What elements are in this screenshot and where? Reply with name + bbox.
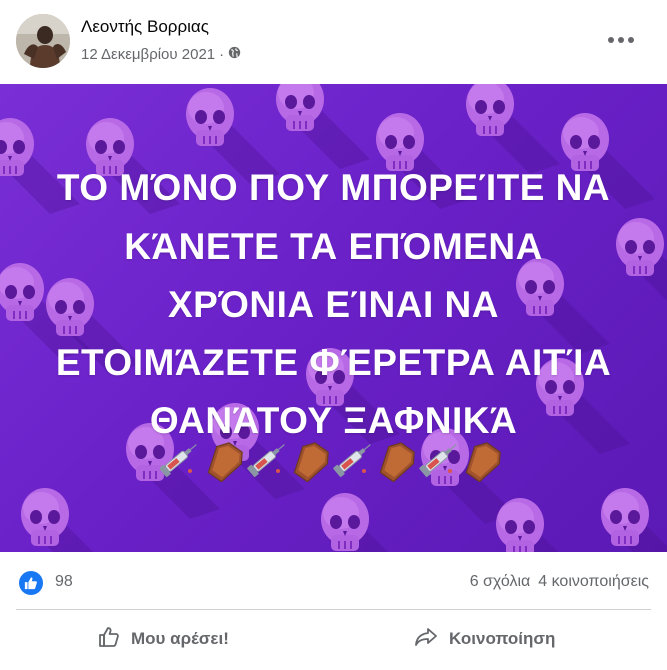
syringe-icon <box>246 439 289 479</box>
author-name[interactable]: Λεοντής Βορριας <box>81 17 209 37</box>
like-button-label: Μου αρέσει! <box>131 629 229 648</box>
share-count[interactable]: 4 κοινοποιήσεις <box>538 573 649 591</box>
coffin-icon <box>287 438 334 482</box>
syringe-icon <box>160 439 201 479</box>
meta-separator: · <box>219 46 225 63</box>
share-arrow-icon <box>413 625 439 654</box>
thumbs-up-icon <box>97 625 121 654</box>
comment-count[interactable]: 6 σχόλια <box>470 573 531 591</box>
coffin-icon <box>373 438 420 482</box>
share-button[interactable]: Κοινοποίηση <box>413 620 555 658</box>
coffin-icon <box>459 438 506 482</box>
post-text-line-2: ΚΆΝΕΤΕ ΤΑ ΕΠΌΜΕΝΑ <box>124 226 543 267</box>
post-date[interactable]: 12 Δεκεμβρίου 2021 <box>81 46 215 63</box>
syringe-icon <box>332 439 375 479</box>
coffin-icon <box>201 438 248 482</box>
avatar[interactable] <box>16 14 70 68</box>
emoji-row <box>160 438 506 482</box>
post-text-line-3: ΧΡΌΝΙΑ ΕΊΝΑΙ ΝΑ <box>167 284 499 325</box>
like-button[interactable]: Μου αρέσει! <box>97 620 229 658</box>
share-button-label: Κοινοποίηση <box>449 629 556 648</box>
like-reaction-icon[interactable] <box>19 571 43 595</box>
post-text-line-5: ΘΑΝΆΤΟΥ ΞΑΦΝΙΚΆ <box>149 400 518 441</box>
post-header: Λεοντής Βορριας 12 Δεκεμβρίου 2021 · <box>0 0 667 84</box>
actions-divider <box>16 609 651 610</box>
post-text-line-1: ΤΟ ΜΌΝΟ ΠΟΥ ΜΠΟΡΕΊΤΕ ΝΑ <box>56 167 611 208</box>
engagement-counts: 6 σχόλια 4 κοινοποιήσεις <box>470 573 649 591</box>
post-meta: 12 Δεκεμβρίου 2021 · <box>81 46 241 63</box>
post-image[interactable]: ΤΟ ΜΌΝΟ ΠΟΥ ΜΠΟΡΕΊΤΕ ΝΑ ΚΆΝΕΤΕ ΤΑ ΕΠΌΜΕΝ… <box>0 84 667 552</box>
syringe-icon <box>418 439 461 479</box>
post-text-line-4: ΕΤΟΙΜΆΖΕΤΕ ΦΈΡΕΤΡΑ ΑΙΤΊΑ <box>55 342 612 383</box>
like-count[interactable]: 98 <box>55 573 73 591</box>
more-horizontal-icon[interactable] <box>603 28 639 52</box>
globe-icon <box>228 46 241 63</box>
